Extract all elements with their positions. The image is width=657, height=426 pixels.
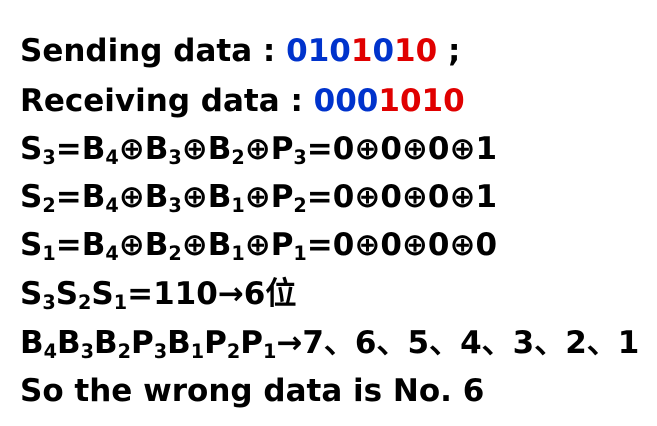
position-mapping-line: B4B3B2P3B1P2P1→7、6、5、4、3、2、1 xyxy=(20,325,640,363)
bit: 1 xyxy=(307,33,330,69)
sending-data-bits: 0101010 xyxy=(286,33,437,69)
bit: 1 xyxy=(394,33,416,69)
syndrome-result: =110→6位 xyxy=(127,276,297,312)
receiving-data-bits: 0001010 xyxy=(314,83,465,119)
position-mapping: →7、6、5、4、3、2、1 xyxy=(276,325,640,361)
equation-s1: S1=B4⊕B2⊕B1⊕P1=0⊕0⊕0⊕0 xyxy=(20,227,498,265)
slide: Sending data : 0101010 ; Receiving data … xyxy=(0,0,657,426)
receiving-data-line: Receiving data : 0001010 xyxy=(20,86,465,117)
bit: 1 xyxy=(421,83,444,119)
sending-data-line: Sending data : 0101010 ; xyxy=(20,36,460,67)
equation-s2: S2=B4⊕B3⊕B1⊕P2=0⊕0⊕0⊕1 xyxy=(20,179,498,217)
bit: 0 xyxy=(443,83,465,119)
bit: 1 xyxy=(378,83,400,119)
equation-s3: S3=B4⊕B3⊕B2⊕P3=0⊕0⊕0⊕1 xyxy=(20,131,498,169)
bit: 0 xyxy=(286,33,308,69)
bit: 0 xyxy=(372,33,395,69)
bit: 0 xyxy=(335,83,357,119)
bit: 0 xyxy=(356,83,379,119)
sending-data-suffix: ; xyxy=(437,33,461,69)
bit: 0 xyxy=(415,33,438,69)
bit: 0 xyxy=(329,33,351,69)
bit: 0 xyxy=(399,83,422,119)
bit: 1 xyxy=(350,33,373,69)
conclusion-line: So the wrong data is No. 6 xyxy=(20,373,485,409)
receiving-data-label: Receiving data : xyxy=(20,83,314,119)
sending-data-label: Sending data : xyxy=(20,33,287,69)
syndrome-line: S3S2S1=110→6位 xyxy=(20,276,297,314)
bit: 0 xyxy=(313,83,336,119)
